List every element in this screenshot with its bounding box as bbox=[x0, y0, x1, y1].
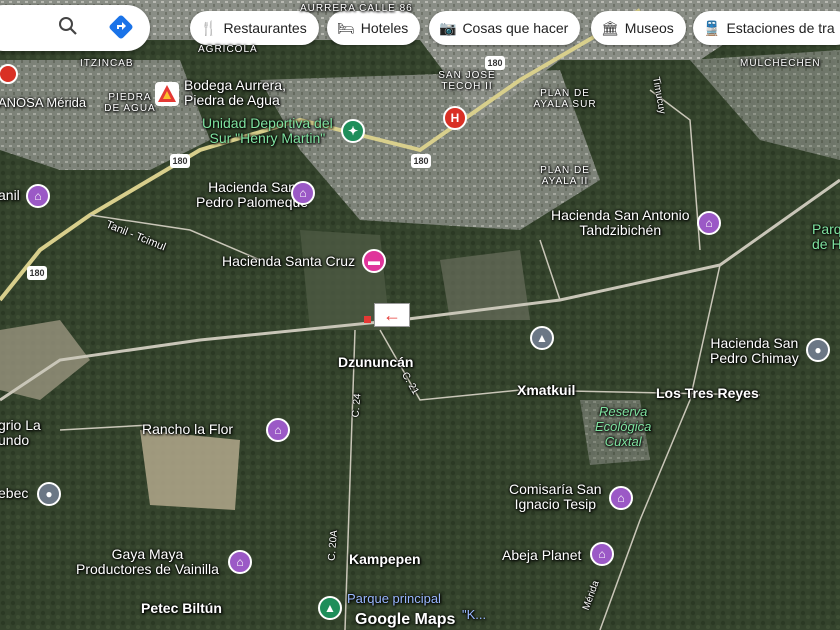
place-label: Hacienda San Pedro Chimay bbox=[710, 335, 799, 367]
label-line: undo bbox=[0, 432, 30, 449]
reserve-label: Reserva Ecológica Cuxtal bbox=[595, 404, 652, 450]
label-line: de H bbox=[812, 236, 840, 253]
highway-shield: 180 bbox=[485, 56, 505, 70]
place-label: ebec bbox=[0, 485, 29, 501]
area-label: Aurrera Calle 86 bbox=[300, 3, 413, 14]
highway-shield: 180 bbox=[27, 266, 47, 280]
search-box[interactable] bbox=[0, 5, 150, 51]
chip-museums[interactable]: 🏛 Museos bbox=[591, 11, 686, 45]
label-line: Tahdzibichén bbox=[579, 222, 662, 239]
hospital-pin[interactable]: H bbox=[443, 106, 467, 130]
landmark-pin[interactable]: ⌂ bbox=[291, 181, 315, 205]
label-line: Ignacio Tesip bbox=[514, 496, 597, 513]
town-label: Dzununcán bbox=[338, 354, 414, 370]
location-marker[interactable]: ← bbox=[374, 303, 410, 327]
school-pin[interactable]: ▲ bbox=[530, 326, 554, 350]
park-label: Parque principal bbox=[347, 591, 441, 606]
label-line: Piedra de Agua bbox=[184, 92, 280, 109]
landmark-pin[interactable]: ⌂ bbox=[697, 211, 721, 235]
hotel-icon: 🛏 bbox=[337, 19, 355, 36]
place-label-bodega: Bodega Aurrera, Piedra de Agua bbox=[184, 77, 286, 109]
top-bar: 🍴 Restaurantes 🛏 Hoteles 📷 Cosas que hacer … bbox=[0, 0, 840, 56]
town-label: Petec Biltún bbox=[141, 600, 222, 616]
selected-location-dot bbox=[364, 316, 371, 323]
place-label: ANOSA Mérida bbox=[0, 95, 87, 110]
sports-pin[interactable]: ✦ bbox=[341, 119, 365, 143]
transit-icon: 🚆 bbox=[703, 19, 721, 36]
chip-label: Estaciones de tra bbox=[726, 20, 835, 36]
area-label: PLAN DE AYALA II bbox=[540, 165, 590, 187]
place-label: Abeja Planet bbox=[502, 547, 582, 563]
park-label: Unidad Deportiva del Sur "Henry Martin" bbox=[202, 115, 333, 147]
chip-label: Cosas que hacer bbox=[462, 20, 569, 36]
hotel-pin[interactable]: ▬ bbox=[362, 249, 386, 273]
museum-pin[interactable]: ⌂ bbox=[590, 542, 614, 566]
landmark-pin[interactable]: ⌂ bbox=[26, 184, 50, 208]
chip-restaurants[interactable]: 🍴 Restaurantes bbox=[190, 11, 319, 45]
camera-icon: 📷 bbox=[439, 19, 457, 36]
label-line: Pedro Chimay bbox=[710, 350, 799, 367]
chip-label: Restaurantes bbox=[223, 20, 307, 36]
google-maps-logo: Google Maps bbox=[355, 611, 456, 628]
park-label: "K... bbox=[462, 607, 487, 622]
label-line: Cuxtal bbox=[604, 433, 642, 449]
area-label: PIEDRA DE AGUA bbox=[104, 92, 156, 114]
place-label: Hacienda Santa Cruz bbox=[222, 253, 356, 269]
landmark-pin[interactable]: ⌂ bbox=[266, 418, 290, 442]
chip-label: Museos bbox=[624, 20, 674, 36]
search-icon[interactable] bbox=[58, 16, 78, 36]
place-label: Rancho la Flor bbox=[142, 421, 234, 437]
place-label: grio La undo bbox=[0, 417, 41, 449]
town-label: Xmatkuil bbox=[517, 382, 576, 398]
directions-icon[interactable] bbox=[108, 14, 134, 40]
road-label: C. 24 bbox=[350, 393, 364, 418]
landmark-pin[interactable]: ⌂ bbox=[609, 486, 633, 510]
museum-icon: 🏛 bbox=[601, 19, 619, 36]
chip-label: Hoteles bbox=[360, 20, 409, 36]
chip-transit[interactable]: 🚆 Estaciones de tra bbox=[693, 11, 840, 45]
place-pin[interactable]: ● bbox=[806, 338, 830, 362]
chip-hotels[interactable]: 🛏 Hoteles bbox=[327, 11, 421, 45]
label-line: Sur "Henry Martin" bbox=[209, 130, 326, 147]
place-label: Gaya Maya Productores de Vainilla bbox=[76, 546, 219, 578]
restaurant-icon: 🍴 bbox=[200, 19, 218, 36]
label-line: Productores de Vainilla bbox=[76, 561, 219, 578]
label-line: Reserva bbox=[598, 404, 648, 419]
area-label: PLAN DE AYALA SUR bbox=[533, 88, 597, 110]
label-line: Ecológica bbox=[595, 418, 652, 434]
area-label: SAN JOSÉ TECOH II bbox=[438, 70, 496, 92]
place-label: anil bbox=[0, 187, 20, 203]
area-label: AGRICOLA bbox=[198, 44, 258, 55]
place-label: Hacienda San Antonio Tahdzibichén bbox=[551, 207, 690, 239]
area-label: MULCHECHEN bbox=[740, 58, 821, 69]
place-pin[interactable]: ● bbox=[37, 482, 61, 506]
area-label: ITZINCAB bbox=[80, 58, 134, 69]
highway-shield: 180 bbox=[170, 154, 190, 168]
highway-shield: 180 bbox=[411, 154, 431, 168]
park-pin[interactable]: ▲ bbox=[318, 596, 342, 620]
chip-things-to-do[interactable]: 📷 Cosas que hacer bbox=[429, 11, 581, 45]
town-label: Kampepen bbox=[349, 551, 421, 567]
landmark-pin[interactable]: ⌂ bbox=[228, 550, 252, 574]
store-pin[interactable] bbox=[155, 82, 179, 106]
place-label: Comisaría San Ignacio Tesip bbox=[509, 481, 602, 513]
park-label: Parq de H bbox=[812, 221, 840, 253]
town-label: Los Tres Reyes bbox=[656, 385, 759, 401]
